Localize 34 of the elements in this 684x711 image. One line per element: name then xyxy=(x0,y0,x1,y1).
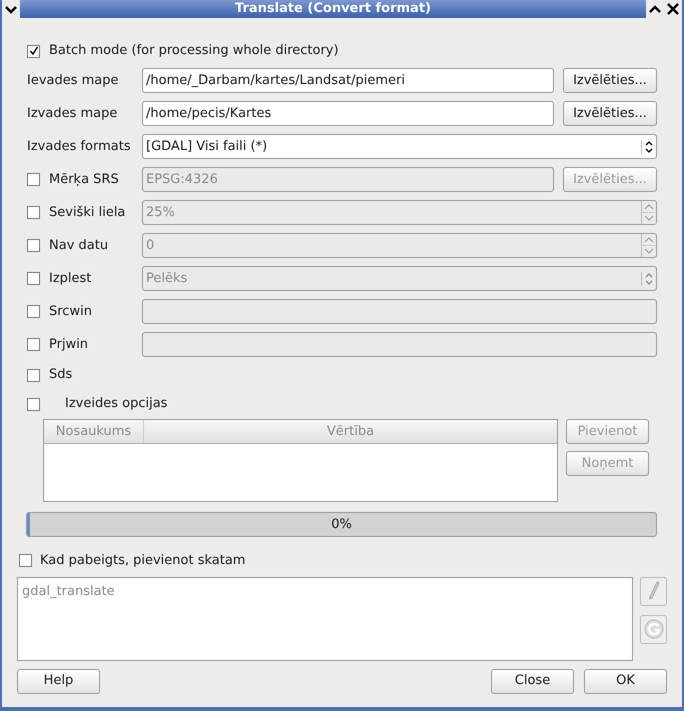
dropdown[interactable]: [GDAL] Visi faili (*) xyxy=(142,134,657,159)
field-label: Izvades mape xyxy=(27,104,118,123)
updown-icon xyxy=(645,272,653,286)
updown-icon xyxy=(645,140,653,154)
input-field[interactable]: /home/_Darbam/kartes/Landsat/piemeri xyxy=(142,68,554,93)
pencil-icon xyxy=(648,581,660,601)
browse-button[interactable]: Izvēlēties... xyxy=(563,68,657,93)
field-label: Prjwin xyxy=(49,336,88,354)
dialog-button[interactable]: Close xyxy=(491,668,574,694)
refresh-icon xyxy=(644,619,664,639)
window-title: Translate (Convert format) xyxy=(234,0,432,18)
dialog-button[interactable]: Help xyxy=(17,668,100,694)
checkbox-label: Batch mode (for processing whole directory) xyxy=(49,42,339,60)
checkbox[interactable] xyxy=(27,398,40,410)
checkbox[interactable] xyxy=(27,44,40,58)
checkbox[interactable] xyxy=(27,368,40,382)
field-label: Izvades formats xyxy=(27,138,131,156)
field-label: Nav datu xyxy=(49,236,108,255)
input-field[interactable]: /home/pecis/Kartes xyxy=(142,101,554,126)
progress-text: 0% xyxy=(330,516,353,534)
column-header: Vērtība xyxy=(326,422,376,441)
field-label: Srcwin xyxy=(49,302,92,321)
checkbox-label: Kad pabeigts, pievienot skatam xyxy=(40,552,246,570)
checkbox-label: Izveides opcijas xyxy=(65,395,168,414)
dialog-button[interactable]: OK xyxy=(584,668,667,694)
browse-button[interactable]: Izvēlēties... xyxy=(563,101,657,126)
checkbox[interactable] xyxy=(19,554,32,568)
field-label: Sds xyxy=(49,366,72,384)
field-label: Izplest xyxy=(49,270,92,288)
menu-icon[interactable] xyxy=(2,0,20,18)
field-label: Ievades mape xyxy=(27,72,119,90)
field-label: Seviški liela xyxy=(49,204,126,222)
column-header: Nosaukums xyxy=(44,420,144,443)
field-label: Mērķa SRS xyxy=(49,170,119,189)
